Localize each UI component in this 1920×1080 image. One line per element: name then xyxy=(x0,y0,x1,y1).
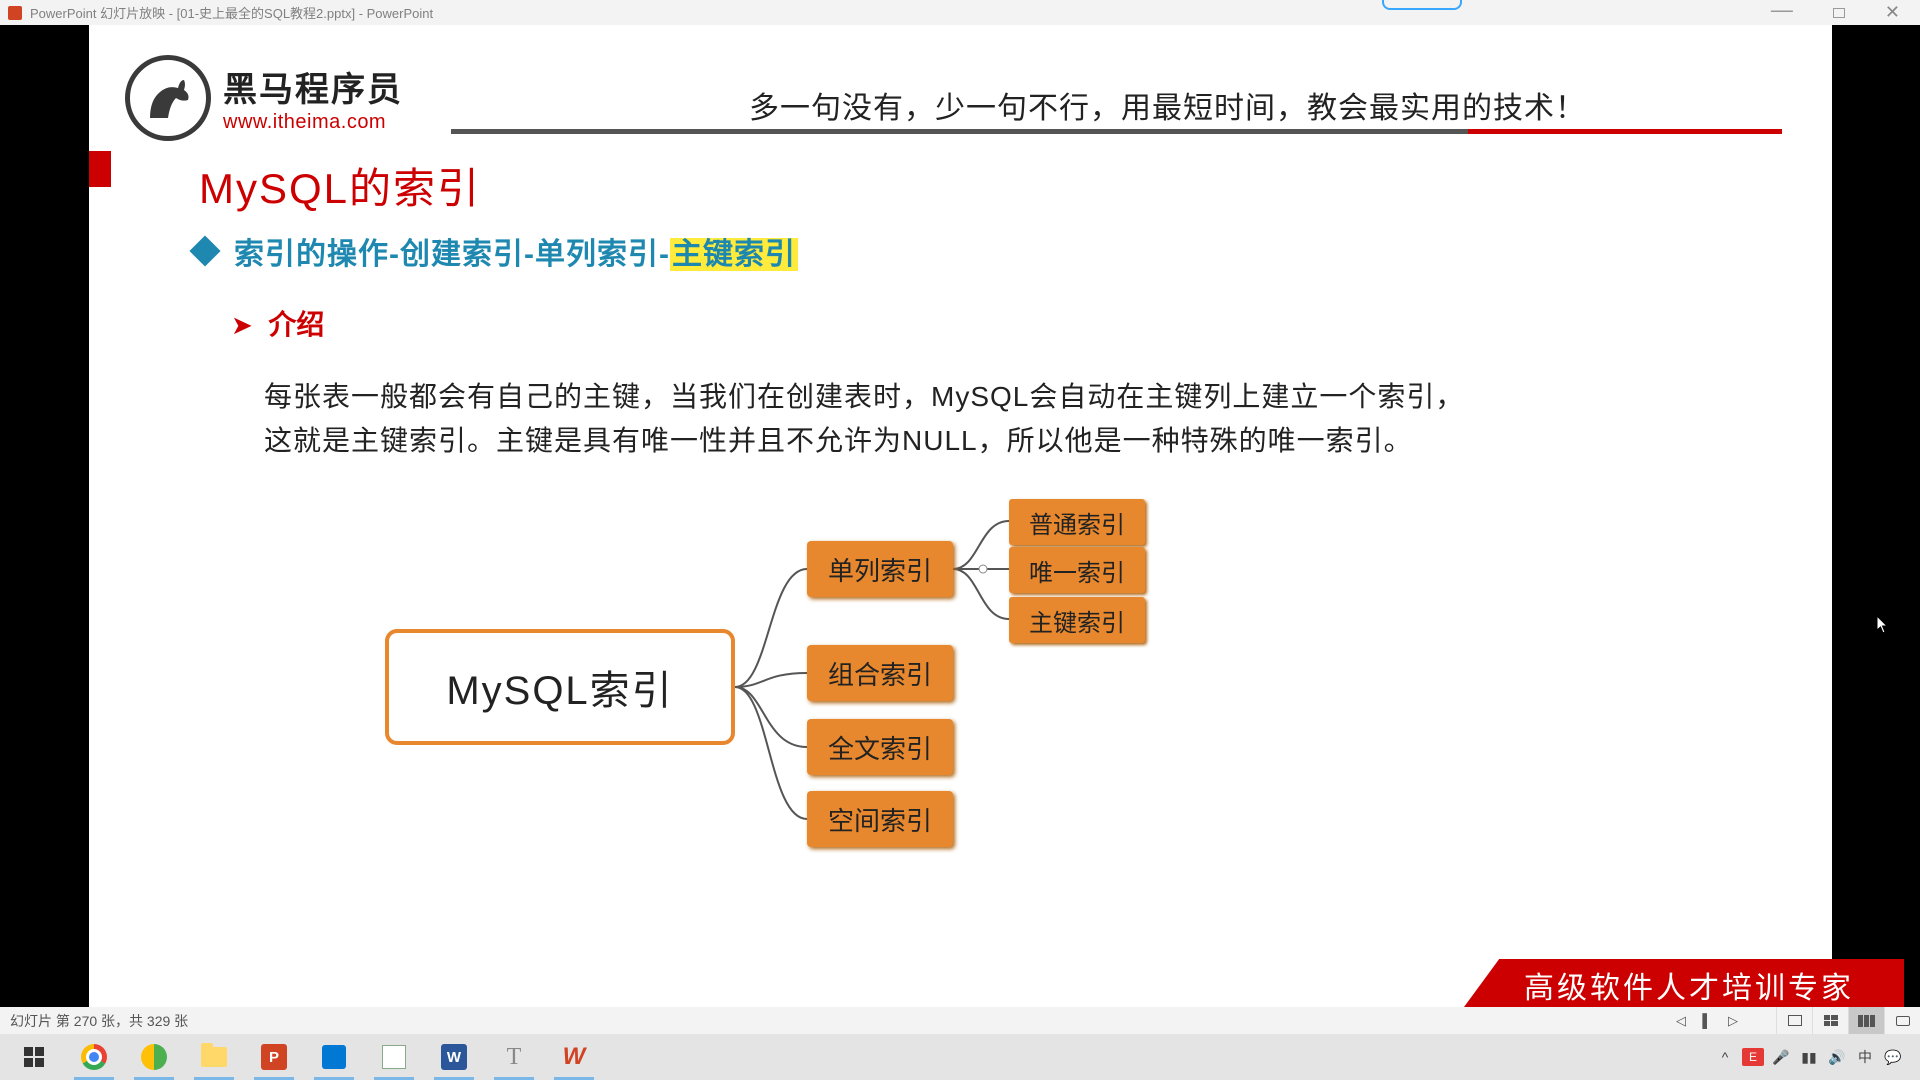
tray-volume-icon[interactable]: 🔊 xyxy=(1826,1049,1848,1066)
taskbar-word[interactable]: W xyxy=(424,1034,484,1080)
index-diagram: MySQL索引 单列索引 组合索引 全文索引 空间索引 普通索引 唯一索引 主键… xyxy=(369,499,1229,899)
taskbar-powerpoint[interactable]: P xyxy=(244,1034,304,1080)
window-titlebar: PowerPoint 幻灯片放映 - [01-史上最全的SQL教程2.pptx]… xyxy=(0,0,1920,25)
taskbar-360browser[interactable] xyxy=(124,1034,184,1080)
taskbar-chrome[interactable] xyxy=(64,1034,124,1080)
next-slide-button[interactable]: ▷ xyxy=(1720,1011,1746,1031)
diagram-node-unique-index: 唯一索引 xyxy=(1009,547,1145,593)
tray-notifications-icon[interactable]: 💬 xyxy=(1882,1049,1904,1066)
window-title: PowerPoint 幻灯片放映 - [01-史上最全的SQL教程2.pptx]… xyxy=(30,3,433,22)
section-heading: ➤ 介绍 xyxy=(231,303,324,343)
taskbar-wps[interactable]: W xyxy=(544,1034,604,1080)
left-letterbox xyxy=(0,25,89,1007)
body-paragraph: 每张表一般都会有自己的主键，当我们在创建表时，MySQL会自动在主键列上建立一个… xyxy=(264,375,1524,463)
windows-taskbar: P W T W ^ E 🎤 ▮▮ 🔊 中 💬 xyxy=(0,1034,1920,1080)
diagram-node-fulltext: 全文索引 xyxy=(807,719,953,775)
header-divider-accent xyxy=(1468,129,1782,134)
slide-subtitle: 索引的操作-创建索引-单列索引-主键索引 xyxy=(234,229,798,273)
diagram-node-normal-index: 普通索引 xyxy=(1009,499,1145,545)
slideshow-view-button[interactable] xyxy=(1884,1007,1920,1034)
diagram-node-single-column: 单列索引 xyxy=(807,541,953,597)
diagram-node-spatial: 空间索引 xyxy=(807,791,953,847)
reading-view-button[interactable] xyxy=(1848,1007,1884,1034)
body-line-1: 每张表一般都会有自己的主键，当我们在创建表时，MySQL会自动在主键列上建立一个… xyxy=(264,381,1464,412)
taskbar-typora[interactable]: T xyxy=(484,1034,544,1080)
diamond-bullet-icon xyxy=(189,235,220,266)
footer-banner: 高级软件人才培训专家 xyxy=(1464,959,1904,1007)
powerpoint-app-icon xyxy=(8,6,22,20)
arrow-right-icon: ➤ xyxy=(231,310,253,340)
diagram-node-primary-index: 主键索引 xyxy=(1009,597,1145,643)
prev-slide-button[interactable]: ◁ xyxy=(1668,1011,1694,1031)
taskbar-file-explorer[interactable] xyxy=(184,1034,244,1080)
minimize-button[interactable]: — xyxy=(1771,3,1793,17)
left-red-marker xyxy=(89,151,111,187)
tray-battery-icon[interactable]: ▮▮ xyxy=(1798,1049,1820,1066)
brand-name: 黑马程序员 xyxy=(223,62,403,111)
diagram-root: MySQL索引 xyxy=(385,629,735,745)
slide-counter: 幻灯片 第 270 张，共 329 张 xyxy=(10,1011,188,1031)
body-line-2: 这就是主键索引。主键是具有唯一性并且不允许为NULL，所以他是一种特殊的唯一索引… xyxy=(264,425,1413,456)
slide-stage: 黑马程序员 www.itheima.com 多一句没有，少一句不行，用最短时间，… xyxy=(89,25,1832,1007)
slide-title: MySQL的索引 xyxy=(199,155,481,216)
sorter-view-button[interactable] xyxy=(1812,1007,1848,1034)
brand-url: www.itheima.com xyxy=(223,111,403,134)
horse-logo-icon xyxy=(125,55,211,141)
maximize-button[interactable] xyxy=(1833,8,1845,18)
header-slogan: 多一句没有，少一句不行，用最短时间，教会最实用的技术！ xyxy=(749,83,1586,127)
status-bar: 幻灯片 第 270 张，共 329 张 ◁ ▌ ▷ xyxy=(0,1007,1920,1034)
brand-logo: 黑马程序员 www.itheima.com xyxy=(125,55,403,141)
footer-banner-text: 高级软件人才培训专家 xyxy=(1524,963,1854,1007)
normal-view-button[interactable] xyxy=(1776,1007,1812,1034)
tray-chevron-up-icon[interactable]: ^ xyxy=(1714,1049,1736,1065)
system-tray[interactable]: ^ E 🎤 ▮▮ 🔊 中 💬 xyxy=(1714,1047,1916,1067)
diagram-node-composite: 组合索引 xyxy=(807,645,953,701)
subtitle-prefix: 索引的操作-创建索引-单列索引- xyxy=(234,238,670,271)
taskbar-calculator[interactable] xyxy=(304,1034,364,1080)
top-accent-tab xyxy=(1382,0,1462,10)
section-label: 介绍 xyxy=(268,309,324,340)
start-button[interactable] xyxy=(4,1034,64,1080)
tray-screen-recorder-icon[interactable]: E xyxy=(1742,1048,1764,1066)
tray-microphone-icon[interactable]: 🎤 xyxy=(1770,1049,1792,1066)
close-button[interactable]: ✕ xyxy=(1885,2,1900,23)
view-switcher xyxy=(1776,1007,1920,1034)
pen-tool-button[interactable]: ▌ xyxy=(1694,1011,1720,1031)
subtitle-highlight: 主键索引 xyxy=(670,238,798,271)
tray-ime-icon[interactable]: 中 xyxy=(1854,1047,1876,1067)
taskbar-notepadpp[interactable] xyxy=(364,1034,424,1080)
right-letterbox xyxy=(1832,25,1920,1007)
